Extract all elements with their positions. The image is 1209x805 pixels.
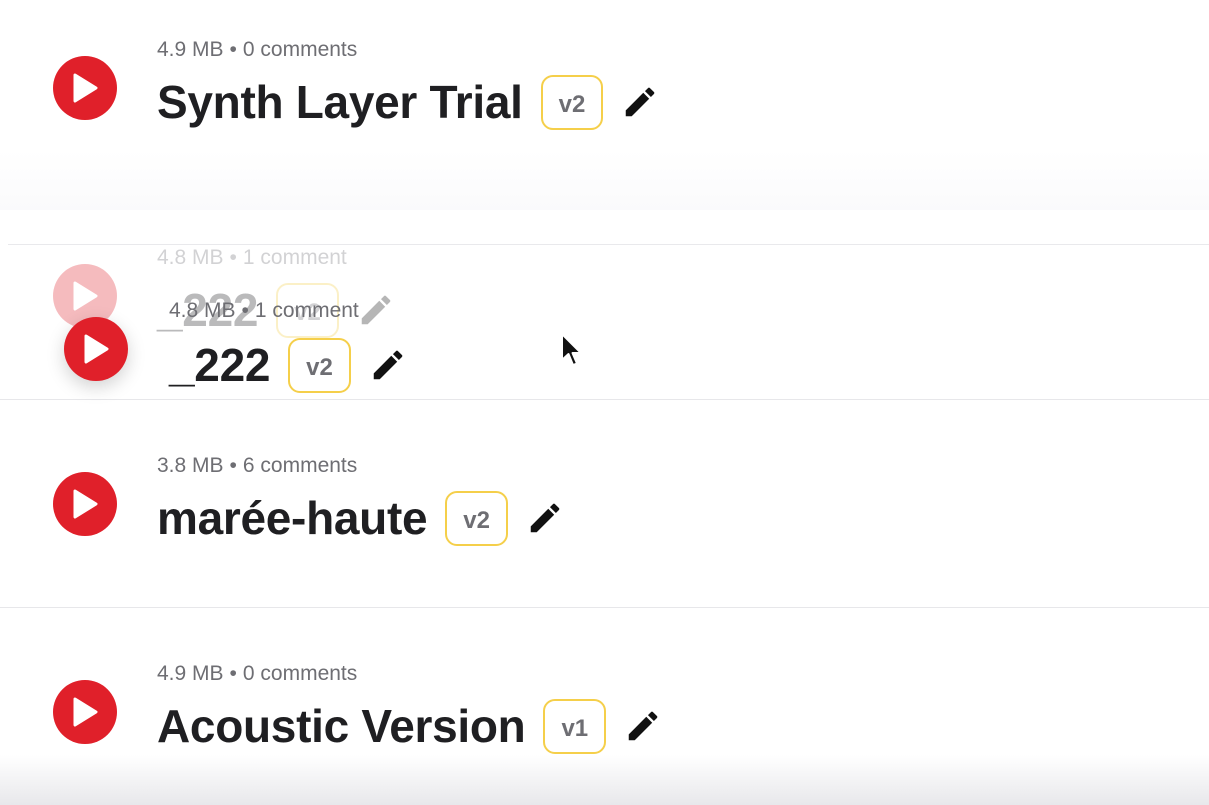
mouse-pointer-icon <box>561 333 582 366</box>
file-size: 4.9 MB <box>157 38 224 61</box>
separator-dot: • <box>229 662 237 685</box>
row-divider <box>0 399 1209 400</box>
track-meta: 3.8 MB • 6 comments <box>157 454 357 478</box>
row-divider <box>0 607 1209 608</box>
separator-dot: • <box>229 454 237 477</box>
track-row: 3.8 MB • 6 comments marée-haute v2 <box>0 416 1209 624</box>
version-badge: v2 <box>276 282 339 338</box>
play-button[interactable] <box>53 680 117 744</box>
version-badge[interactable]: v2 <box>540 74 604 130</box>
file-size: 4.9 MB <box>157 662 224 685</box>
file-size: 4.8 MB <box>157 246 224 269</box>
comment-count: 1 comment <box>242 246 347 269</box>
separator-dot: • <box>229 246 237 269</box>
track-title: _222 <box>157 284 259 336</box>
track-meta: 4.9 MB • 0 comments <box>157 662 357 686</box>
play-icon <box>73 697 98 727</box>
play-icon <box>73 73 98 103</box>
play-icon <box>73 281 98 311</box>
play-button[interactable] <box>53 56 117 120</box>
title-line: _222 v2 <box>157 282 395 338</box>
title-line: Acoustic Version v1 <box>157 698 662 754</box>
bottom-shadow <box>0 755 1209 805</box>
pencil-icon[interactable] <box>621 83 659 121</box>
separator-dot: • <box>229 38 237 61</box>
track-list: 4.9 MB • 0 comments Synth Layer Trial v2 4… <box>0 0 1209 805</box>
pencil-icon <box>357 291 395 329</box>
play-button[interactable] <box>53 472 117 536</box>
pencil-icon[interactable] <box>526 499 564 537</box>
track-meta: 4.9 MB • 0 comments <box>157 38 357 62</box>
title-line: Synth Layer Trial v2 <box>157 74 659 130</box>
title-line: marée-haute v2 <box>157 490 564 546</box>
drag-fade <box>0 150 1209 210</box>
comment-count[interactable]: 6 comments <box>243 454 357 477</box>
play-button <box>53 264 117 328</box>
track-title[interactable]: marée-haute <box>157 490 428 546</box>
track-row-drag-placeholder: 4.8 MB • 1 comment _222 v2 <box>0 208 1209 416</box>
track-meta: 4.8 MB • 1 comment <box>157 246 347 270</box>
version-badge[interactable]: v1 <box>543 698 607 754</box>
comment-count[interactable]: 0 comments <box>243 38 357 61</box>
file-size: 3.8 MB <box>157 454 224 477</box>
comment-count[interactable]: 0 comments <box>243 662 357 685</box>
version-badge[interactable]: v2 <box>445 490 508 546</box>
play-icon <box>73 489 98 519</box>
track-title[interactable]: Acoustic Version <box>157 698 526 754</box>
pencil-icon[interactable] <box>624 707 662 745</box>
track-title[interactable]: Synth Layer Trial <box>157 74 523 130</box>
